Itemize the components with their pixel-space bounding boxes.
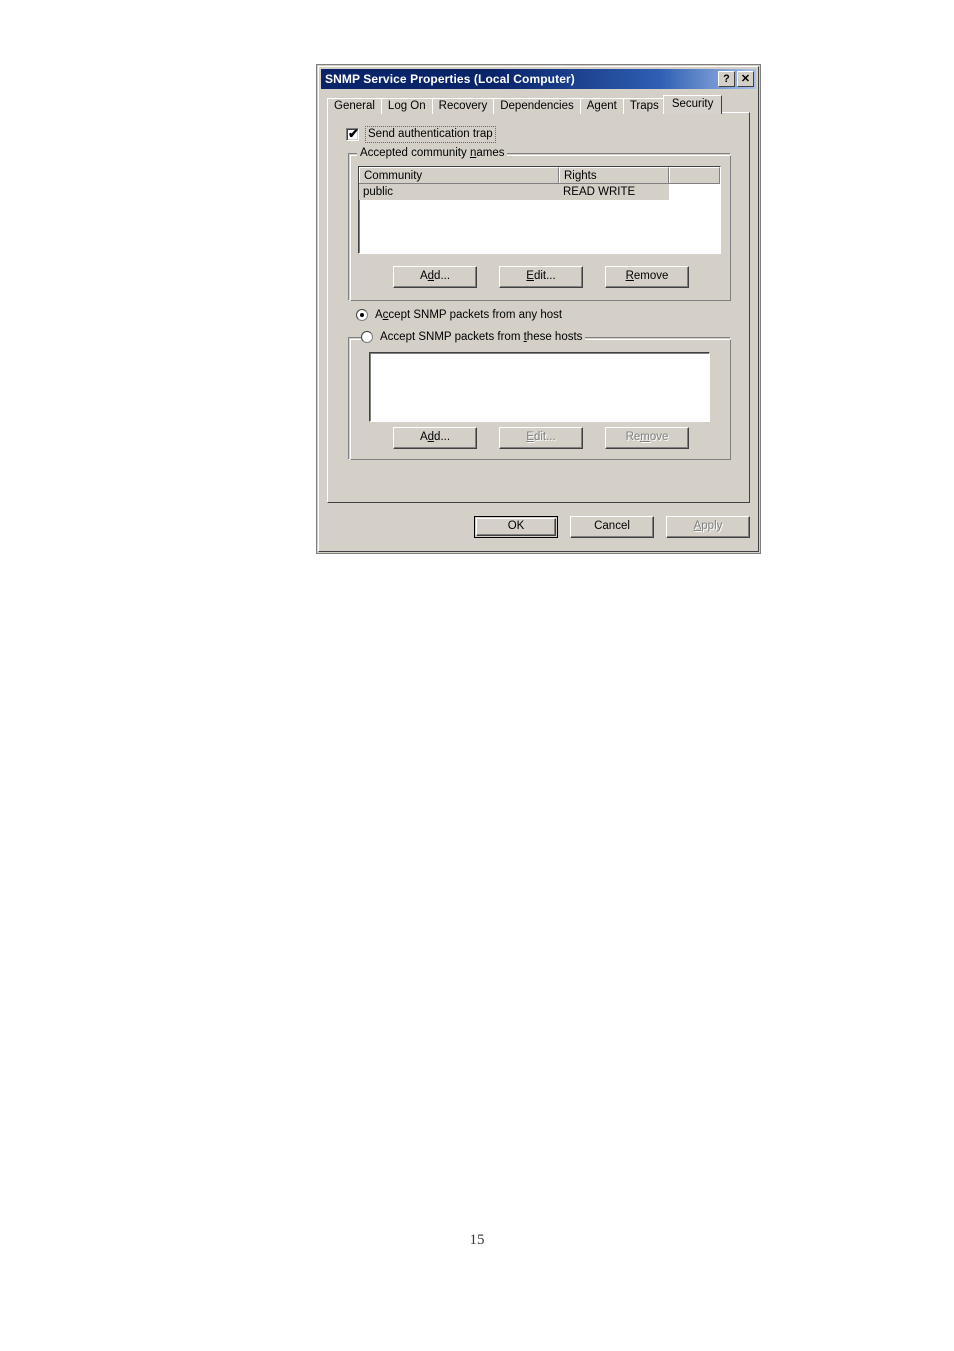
accept-these-hosts-group: Accept SNMP packets from these hosts Add… xyxy=(348,331,731,460)
radio-dot-icon xyxy=(360,313,364,318)
tab-log-on[interactable]: Log On xyxy=(380,98,433,114)
hosts-list[interactable] xyxy=(369,352,710,422)
accept-these-hosts-radio[interactable] xyxy=(361,331,373,344)
tab-security[interactable]: Security xyxy=(662,95,723,114)
community-list-header: Community Rights xyxy=(359,167,720,184)
column-header-rights[interactable]: Rights xyxy=(559,167,669,183)
send-authentication-trap-row[interactable]: ✔ Send authentication trap xyxy=(346,126,496,143)
checkmark-icon: ✔ xyxy=(348,125,359,141)
accept-any-host-radio[interactable] xyxy=(356,309,368,322)
hosts-add-button[interactable]: Ad d... xyxy=(393,427,477,449)
tab-traps[interactable]: Traps xyxy=(622,98,666,114)
send-authentication-trap-label: Send authentication trap xyxy=(365,126,496,143)
page-number: 15 xyxy=(469,1232,485,1248)
accept-any-host-radio-row[interactable]: Accept SNMP packets from any host xyxy=(356,309,562,322)
table-row[interactable]: public READ WRITE xyxy=(359,184,720,200)
snmp-service-properties-dialog: SNMP Service Properties (Local Computer)… xyxy=(316,64,761,554)
tab-dependencies[interactable]: Dependencies xyxy=(493,98,581,114)
apply-button[interactable]: Apply xyxy=(666,516,750,538)
community-add-button[interactable]: Ad d... xyxy=(393,266,477,288)
tab-agent[interactable]: Agent xyxy=(579,98,624,114)
dialog-footer: OK Cancel Apply xyxy=(327,511,750,543)
community-edit-button[interactable]: Edit... xyxy=(499,266,583,288)
tab-recovery[interactable]: Recovery xyxy=(431,98,495,114)
ok-button[interactable]: OK xyxy=(474,516,558,538)
dialog-inner-frame: SNMP Service Properties (Local Computer)… xyxy=(318,66,759,552)
cell-rights: READ WRITE xyxy=(559,184,669,200)
close-button[interactable]: ✕ xyxy=(737,71,754,87)
hosts-remove-button[interactable]: Re m ove xyxy=(605,427,689,449)
title-bar[interactable]: SNMP Service Properties (Local Computer)… xyxy=(321,69,756,89)
send-authentication-trap-checkbox[interactable]: ✔ xyxy=(346,125,359,141)
accept-these-hosts-radio-row[interactable]: Accept SNMP packets from these hosts xyxy=(361,331,586,344)
dialog-title: SNMP Service Properties (Local Computer) xyxy=(325,72,575,86)
community-list[interactable]: Community Rights public READ WRITE xyxy=(358,166,721,254)
accept-any-host-label: Accept SNMP packets from any host xyxy=(375,309,563,321)
hosts-button-row: Ad d... Edit... Re m ove xyxy=(393,427,689,449)
accept-these-hosts-label: Accept SNMP packets from these hosts xyxy=(380,331,583,343)
tab-general[interactable]: General xyxy=(327,98,382,114)
community-button-row: Ad d... Edit... Remove xyxy=(393,266,689,288)
accepted-community-names-label: Accepted community names xyxy=(357,147,508,160)
tab-strip: General Log On Recovery Dependencies Age… xyxy=(327,95,750,114)
security-tab-panel: ✔ Send authentication trap Accepted comm… xyxy=(327,112,750,503)
column-header-community[interactable]: Community xyxy=(359,167,559,183)
cell-community: public xyxy=(359,184,559,200)
community-remove-button[interactable]: Remove xyxy=(605,266,689,288)
column-header-blank[interactable] xyxy=(669,167,720,183)
hosts-edit-button[interactable]: Edit... xyxy=(499,427,583,449)
help-button[interactable]: ? xyxy=(718,71,735,87)
accepted-community-names-group: Accepted community names Community Right… xyxy=(348,147,731,301)
cancel-button[interactable]: Cancel xyxy=(570,516,654,538)
